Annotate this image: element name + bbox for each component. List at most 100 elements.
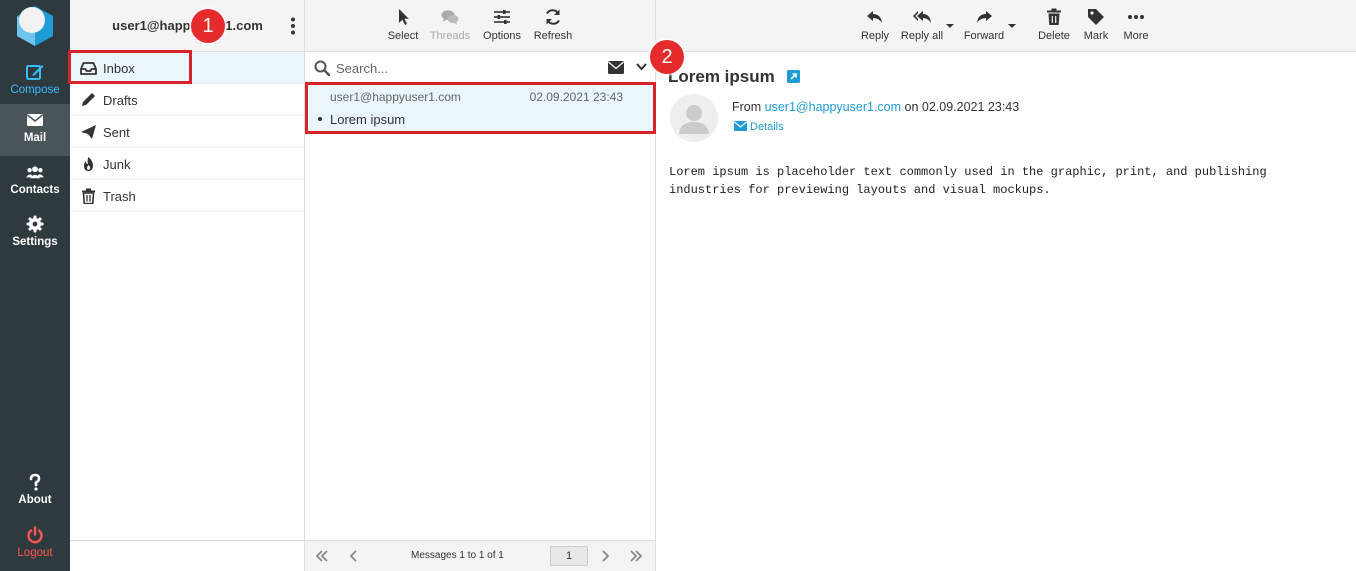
page-number[interactable]: 1 [550, 546, 588, 566]
refresh-icon [546, 9, 560, 25]
fire-icon [84, 157, 93, 171]
gear-icon [26, 215, 44, 233]
reply-all-label: Reply all [900, 30, 944, 42]
envelope-filter-icon[interactable] [608, 61, 624, 74]
refresh-label: Refresh [533, 30, 573, 42]
reply-all-button[interactable]: Reply all [898, 6, 946, 42]
logout-label: Logout [17, 547, 53, 559]
account-email: user1@happyuser1.com [112, 18, 263, 33]
folder-label: Drafts [103, 93, 138, 108]
forward-icon [977, 11, 992, 23]
user-avatar-icon [679, 105, 709, 134]
sender-link[interactable]: user1@happyuser1.com [765, 100, 901, 114]
options-button[interactable]: Options [481, 6, 523, 42]
kebab-menu-icon[interactable] [291, 17, 295, 35]
pencil-icon [82, 93, 95, 106]
reply-all-dropdown-icon[interactable] [946, 24, 954, 28]
callout-badge-two: 2 [650, 40, 684, 74]
paper-plane-icon [81, 125, 96, 139]
list-footer: Messages 1 to 1 of 1 1 [305, 540, 655, 571]
folder-item-drafts[interactable]: Drafts [70, 84, 304, 116]
contacts-button[interactable]: Contacts [0, 156, 70, 208]
refresh-button[interactable]: Refresh [532, 6, 574, 42]
folder-label: Junk [103, 157, 131, 172]
avatar [670, 94, 718, 142]
folder-panel: user1@happyuser1.com Inbox Drafts Sent J… [70, 0, 305, 571]
more-label: More [1123, 30, 1149, 42]
details-link[interactable]: Details [734, 121, 784, 133]
contacts-label: Contacts [10, 184, 60, 196]
reply-icon [867, 11, 882, 23]
forward-dropdown-icon[interactable] [1008, 24, 1016, 28]
sliders-icon [494, 10, 510, 24]
trash-icon [82, 188, 95, 204]
search-bar [305, 52, 655, 84]
open-external-icon[interactable] [787, 70, 800, 83]
search-input[interactable] [336, 58, 596, 78]
folder-item-sent[interactable]: Sent [70, 116, 304, 148]
envelope-icon [734, 121, 747, 131]
folder-item-trash[interactable]: Trash [70, 180, 304, 212]
compose-label: Compose [10, 84, 60, 96]
previous-page-icon[interactable] [347, 549, 361, 563]
reply-label: Reply [860, 30, 890, 42]
ellipsis-icon [1128, 15, 1144, 19]
trash-icon [1047, 8, 1061, 25]
users-icon [26, 166, 44, 179]
compose-icon [26, 65, 44, 80]
forward-button[interactable]: Forward [962, 6, 1006, 42]
folder-item-junk[interactable]: Junk [70, 148, 304, 180]
about-button[interactable]: About [0, 466, 70, 518]
sent-date: on 02.09.2021 23:43 [904, 100, 1020, 114]
message-highlight-box [305, 82, 656, 134]
message-title: Lorem ipsum [668, 67, 775, 86]
from-prefix: From [732, 100, 762, 114]
folder-header: user1@happyuser1.com [70, 0, 304, 52]
threads-label: Threads [429, 30, 471, 42]
message-from-line: From user1@happyuser1.com on 02.09.2021 … [732, 100, 1019, 114]
threads-button[interactable]: Threads [428, 6, 472, 42]
power-icon [27, 526, 43, 544]
select-label: Select [387, 30, 419, 42]
about-label: About [18, 494, 52, 506]
settings-button[interactable]: Settings [0, 208, 70, 260]
mail-button[interactable]: Mail [0, 104, 70, 156]
callout-badge-one: 1 [191, 9, 225, 43]
options-label: Options [483, 30, 521, 42]
select-button[interactable]: Select [387, 6, 419, 42]
list-toolbar: Select Threads Options Refresh [305, 0, 655, 52]
forward-label: Forward [963, 30, 1005, 42]
folder-label: Trash [103, 189, 136, 204]
next-page-icon[interactable] [598, 549, 612, 563]
folder-footer [70, 540, 304, 571]
search-icon [314, 60, 330, 76]
mail-label: Mail [23, 132, 47, 144]
app-nav: Compose Mail Contacts Settings About Log… [0, 0, 70, 571]
first-page-icon[interactable] [315, 549, 329, 563]
reply-all-icon [913, 11, 931, 23]
message-toolbar: Reply Reply all Forward Delete Mark More [656, 0, 1356, 52]
reply-button[interactable]: Reply [858, 6, 892, 42]
mark-label: Mark [1083, 30, 1109, 42]
message-count: Messages 1 to 1 of 1 [411, 550, 504, 561]
settings-label: Settings [12, 236, 58, 248]
cursor-icon [399, 9, 409, 25]
question-icon [29, 473, 41, 491]
envelope-icon [27, 114, 43, 126]
tag-icon [1088, 9, 1104, 25]
mark-button[interactable]: Mark [1080, 6, 1112, 42]
message-body: Lorem ipsum is placeholder text commonly… [669, 165, 1267, 197]
chevron-down-icon[interactable] [636, 62, 647, 71]
details-label: Details [750, 121, 784, 133]
delete-button[interactable]: Delete [1036, 6, 1072, 42]
more-button[interactable]: More [1120, 6, 1152, 42]
last-page-icon[interactable] [629, 549, 643, 563]
comments-icon [441, 10, 459, 25]
logout-button[interactable]: Logout [0, 519, 70, 571]
inbox-highlight-box [68, 50, 192, 84]
reading-pane: Reply Reply all Forward Delete Mark More… [656, 0, 1356, 571]
folder-label: Sent [103, 125, 130, 140]
delete-label: Delete [1038, 30, 1070, 42]
compose-button[interactable]: Compose [0, 56, 70, 108]
app-logo-icon [17, 6, 53, 46]
